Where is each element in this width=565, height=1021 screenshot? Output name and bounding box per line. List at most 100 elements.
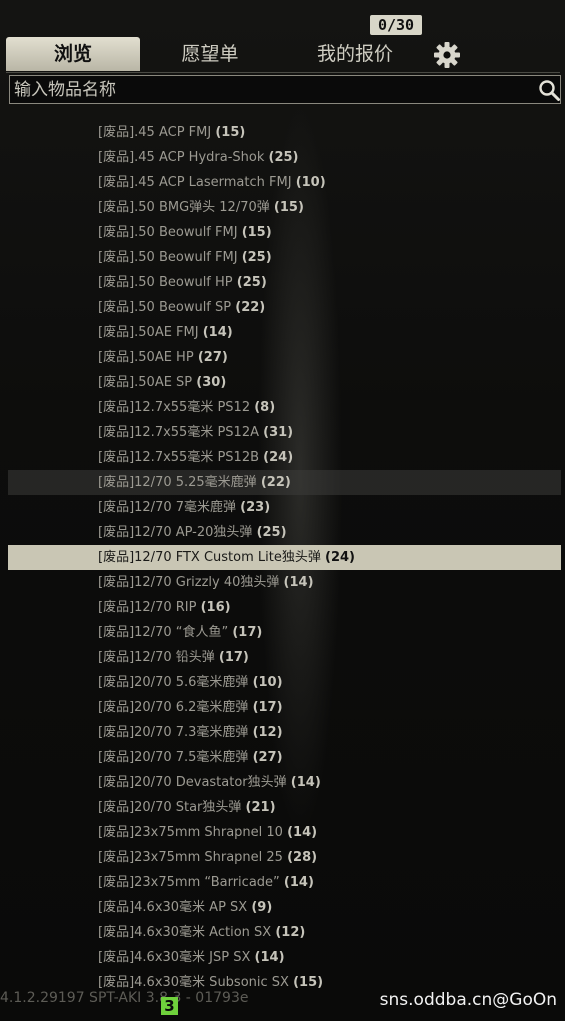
item-count: (15) — [273, 200, 304, 215]
tab-wishlist[interactable]: 愿望单 — [150, 37, 270, 71]
item-name: [废品]4.6x30毫米 AP SX — [98, 900, 248, 915]
list-item[interactable]: [废品].45 ACP Hydra-Shok (25) — [8, 145, 561, 170]
version-text: 4.1.2.29197 SPT-AKI 3.8.3 - 01793e — [0, 990, 249, 1006]
list-item[interactable]: [废品]12/70 7毫米鹿弹 (23) — [8, 495, 561, 520]
item-name: [废品]20/70 6.2毫米鹿弹 — [98, 700, 249, 715]
item-name: [废品]12/70 FTX Custom Lite独头弹 — [98, 550, 321, 565]
item-count: (10) — [252, 675, 283, 690]
list-item[interactable]: [废品]20/70 5.6毫米鹿弹 (10) — [8, 670, 561, 695]
list-item[interactable]: [废品]12/70 AP-20独头弹 (25) — [8, 520, 561, 545]
list-item[interactable]: [废品]12/70 铅头弹 (17) — [8, 645, 561, 670]
item-name: [废品].50 Beowulf HP — [98, 275, 233, 290]
item-count: (22) — [260, 475, 291, 490]
item-count: (14) — [287, 825, 318, 840]
list-item[interactable]: [废品].50 Beowulf SP (22) — [8, 295, 561, 320]
item-count: (25) — [268, 150, 299, 165]
gear-icon[interactable] — [432, 40, 462, 70]
item-name: [废品]23x75mm Shrapnel 25 — [98, 850, 283, 865]
item-count: (14) — [254, 950, 285, 965]
item-name: [废品]20/70 7.5毫米鹿弹 — [98, 750, 249, 765]
list-item-selected[interactable]: [废品]12/70 FTX Custom Lite独头弹 (24) — [8, 545, 561, 570]
list-item[interactable]: [废品]4.6x30毫米 AP SX (9) — [8, 895, 561, 920]
item-name: [废品].45 ACP FMJ — [98, 125, 212, 140]
item-name: [废品]12.7x55毫米 PS12A — [98, 425, 259, 440]
list-item[interactable]: [废品].50AE SP (30) — [8, 370, 561, 395]
item-count: (22) — [235, 300, 266, 315]
list-item[interactable]: [废品].50 Beowulf FMJ (25) — [8, 245, 561, 270]
search-input[interactable] — [14, 76, 534, 103]
item-name: [废品].50AE FMJ — [98, 325, 199, 340]
item-name: [废品]12.7x55毫米 PS12 — [98, 400, 251, 415]
item-name: [废品]12/70 铅头弹 — [98, 650, 215, 665]
tab-bar: 浏览 愿望单 我的报价 — [0, 37, 565, 73]
search-bar — [9, 75, 561, 104]
item-count: (10) — [295, 175, 326, 190]
item-count: (14) — [290, 775, 321, 790]
search-icon[interactable] — [538, 79, 564, 103]
list-item[interactable]: [废品]23x75mm “Barricade” (14) — [8, 870, 561, 895]
item-count: (15) — [241, 225, 272, 240]
item-name: [废品]12/70 “食人鱼” — [98, 625, 229, 640]
list-item[interactable]: [废品].45 ACP FMJ (15) — [8, 120, 561, 145]
item-count: (28) — [287, 850, 318, 865]
list-item[interactable]: [废品]20/70 7.3毫米鹿弹 (12) — [8, 720, 561, 745]
item-name: [废品]12/70 7毫米鹿弹 — [98, 500, 237, 515]
list-item[interactable]: [废品].50 Beowulf FMJ (15) — [8, 220, 561, 245]
list-item[interactable]: [废品]12/70 5.25毫米鹿弹 (22) — [8, 470, 561, 495]
item-count: (25) — [236, 275, 267, 290]
item-name: [废品]20/70 5.6毫米鹿弹 — [98, 675, 249, 690]
list-item[interactable]: [废品]20/70 Devastator独头弹 (14) — [8, 770, 561, 795]
list-item[interactable]: [废品]20/70 7.5毫米鹿弹 (27) — [8, 745, 561, 770]
item-count: (24) — [325, 550, 355, 565]
list-item[interactable]: [废品]4.6x30毫米 Action SX (12) — [8, 920, 561, 945]
item-count: (25) — [241, 250, 272, 265]
notification-badge: 3 — [161, 997, 178, 1015]
list-item[interactable]: [废品]12.7x55毫米 PS12B (24) — [8, 445, 561, 470]
list-item[interactable]: [废品]20/70 6.2毫米鹿弹 (17) — [8, 695, 561, 720]
offer-counter: 0/30 — [370, 15, 422, 35]
list-item[interactable]: [废品]23x75mm Shrapnel 25 (28) — [8, 845, 561, 870]
item-count: (17) — [252, 700, 283, 715]
item-name: [废品].50AE SP — [98, 375, 193, 390]
list-item[interactable]: [废品].50AE FMJ (14) — [8, 320, 561, 345]
item-name: [废品]12/70 5.25毫米鹿弹 — [98, 475, 257, 490]
item-name: [废品]12/70 AP-20独头弹 — [98, 525, 253, 540]
tab-browse[interactable]: 浏览 — [6, 37, 140, 71]
tab-my-offers[interactable]: 我的报价 — [290, 37, 420, 71]
item-name: [废品]23x75mm “Barricade” — [98, 875, 280, 890]
watermark: sns.oddba.cn@GoOn — [379, 990, 557, 1010]
item-count: (31) — [263, 425, 294, 440]
item-count: (27) — [197, 350, 228, 365]
list-item[interactable]: [废品]12/70 “食人鱼” (17) — [8, 620, 561, 645]
list-item[interactable]: [废品]12/70 RIP (16) — [8, 595, 561, 620]
item-count: (30) — [196, 375, 227, 390]
list-item[interactable]: [废品]4.6x30毫米 JSP SX (14) — [8, 945, 561, 970]
list-item[interactable]: [废品]12.7x55毫米 PS12 (8) — [8, 395, 561, 420]
tab-divider — [6, 72, 560, 73]
item-count: (17) — [218, 650, 249, 665]
item-count: (12) — [252, 725, 283, 740]
item-name: [废品].50 Beowulf SP — [98, 300, 232, 315]
list-item[interactable]: [废品]20/70 Star独头弹 (21) — [8, 795, 561, 820]
item-name: [废品].50 Beowulf FMJ — [98, 250, 238, 265]
list-item[interactable]: [废品].50AE HP (27) — [8, 345, 561, 370]
item-name: [废品].45 ACP Lasermatch FMJ — [98, 175, 292, 190]
item-name: [废品]23x75mm Shrapnel 10 — [98, 825, 283, 840]
item-count: (12) — [275, 925, 306, 940]
list-item[interactable]: [废品].50 BMG弹头 12/70弹 (15) — [8, 195, 561, 220]
item-name: [废品]20/70 7.3毫米鹿弹 — [98, 725, 249, 740]
item-count: (14) — [283, 875, 314, 890]
item-list: [废品].45 ACP FMJ (15) [废品].45 ACP Hydra-Sh… — [8, 120, 561, 1000]
list-item[interactable]: [废品].50 Beowulf HP (25) — [8, 270, 561, 295]
item-count: (15) — [215, 125, 246, 140]
list-item[interactable]: [废品]12.7x55毫米 PS12A (31) — [8, 420, 561, 445]
item-name: [废品]12/70 Grizzly 40独头弹 — [98, 575, 280, 590]
item-count: (23) — [240, 500, 271, 515]
list-item[interactable]: [废品]23x75mm Shrapnel 10 (14) — [8, 820, 561, 845]
item-count: (16) — [200, 600, 231, 615]
list-item[interactable]: [废品].45 ACP Lasermatch FMJ (10) — [8, 170, 561, 195]
item-count: (15) — [293, 975, 324, 990]
item-count: (27) — [252, 750, 283, 765]
item-name: [废品].50AE HP — [98, 350, 194, 365]
list-item[interactable]: [废品]12/70 Grizzly 40独头弹 (14) — [8, 570, 561, 595]
